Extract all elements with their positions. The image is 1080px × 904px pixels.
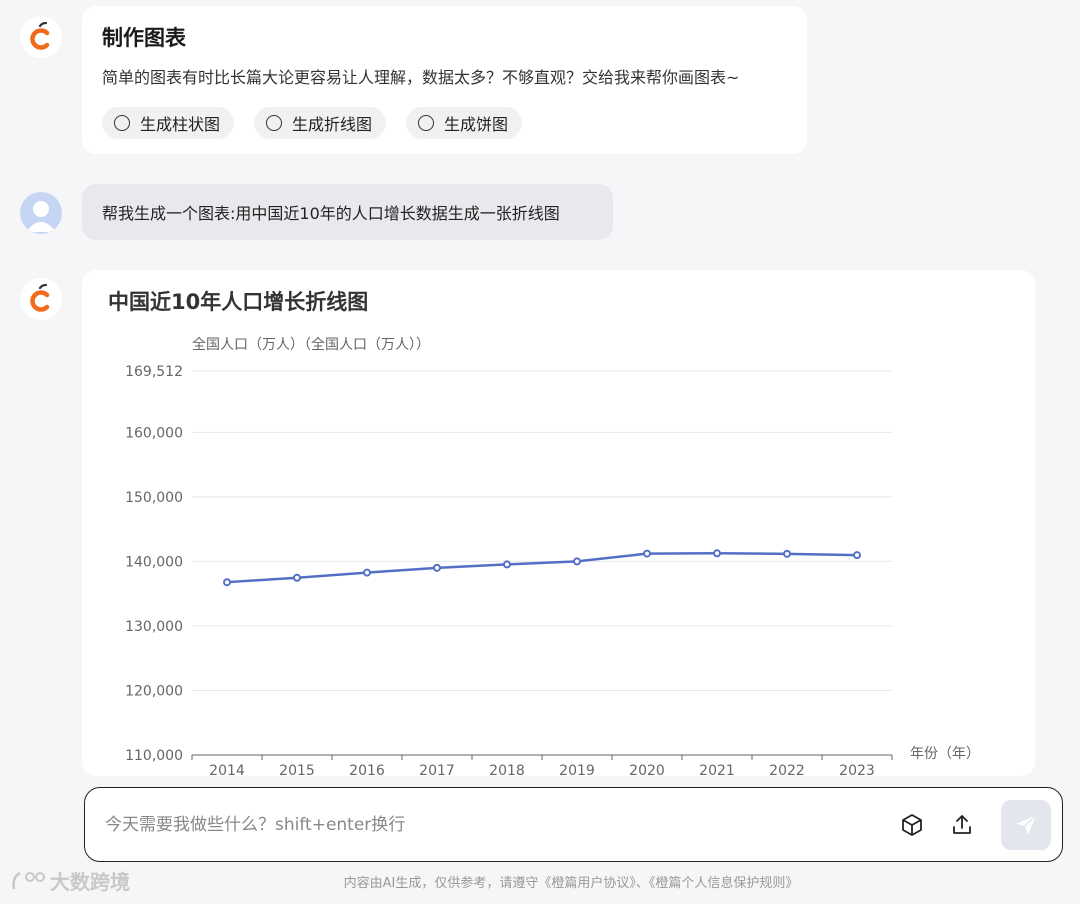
- chart-card: 中国近10年人口增长折线图 全国人口（万人）（全国人口（万人）） 169,512 1…: [82, 270, 1035, 776]
- data-point: [503, 560, 511, 569]
- x-tick-label: 2016: [349, 763, 385, 776]
- radio-icon: [418, 115, 434, 131]
- data-point: [783, 549, 791, 558]
- orange-logo-icon: [30, 284, 50, 312]
- x-tick-label: 2022: [769, 763, 805, 776]
- card-title: 制作图表: [102, 26, 186, 50]
- y-tick-label: 110,000: [125, 748, 183, 764]
- upload-icon: [953, 815, 971, 834]
- footer-disclaimer: 内容由AI生成，仅供参考，请遵守《橙篇用户协议》、《橙篇个人信息保护规则》: [343, 876, 799, 891]
- x-tick-label: 2020: [629, 763, 665, 776]
- y-tick-label: 130,000: [125, 619, 183, 635]
- cube-icon: [902, 814, 922, 836]
- data-point: [713, 549, 721, 558]
- user-message: 帮我生成一个图表:用中国近10年的人口增长数据生成一张折线图: [82, 184, 613, 240]
- data-point: [223, 578, 231, 587]
- user-avatar-icon: [26, 201, 56, 232]
- y-tick-label: 169,512: [125, 364, 183, 380]
- option-label: 生成饼图: [444, 115, 509, 134]
- series-line: [226, 552, 858, 584]
- card-description: 简单的图表有时比长篇大论更容易让人理解，数据太多？不够直观？交给我来帮你画图表~: [102, 68, 740, 87]
- x-tick-label: 2021: [699, 763, 735, 776]
- data-point: [643, 549, 651, 558]
- upload-button[interactable]: [947, 810, 977, 840]
- x-tick-label: 2017: [419, 763, 455, 776]
- line-chart: 全国人口（万人）（全国人口（万人）） 169,512 160,000 150,000 1…: [125, 336, 980, 776]
- bot-avatar: [20, 16, 62, 58]
- radio-icon: [266, 115, 282, 131]
- chat-input[interactable]: [105, 810, 865, 840]
- data-point: [433, 563, 441, 572]
- radio-icon: [114, 115, 130, 131]
- orange-logo-icon: [30, 22, 50, 50]
- x-tick-label: 2015: [279, 763, 315, 776]
- data-point: [853, 551, 861, 560]
- send-icon: [1016, 814, 1037, 835]
- data-point: [573, 557, 581, 566]
- bot-avatar: [20, 278, 62, 320]
- option-label: 生成折线图: [292, 115, 373, 134]
- option-label: 生成柱状图: [140, 115, 221, 134]
- y-tick-label: 160,000: [125, 425, 183, 441]
- generate-line-chart-option[interactable]: 生成折线图: [254, 107, 387, 139]
- user-avatar: [20, 192, 62, 234]
- x-tick-label: 2023: [839, 763, 875, 776]
- y-axis-label: 全国人口（万人）（全国人口（万人））: [192, 336, 430, 353]
- generate-bar-chart-option[interactable]: 生成柱状图: [102, 107, 235, 139]
- cube-button[interactable]: [897, 810, 927, 840]
- generate-pie-chart-option[interactable]: 生成饼图: [406, 107, 523, 139]
- y-tick-label: 150,000: [125, 490, 183, 506]
- x-tick-label: 2019: [559, 763, 595, 776]
- y-tick-label: 120,000: [125, 683, 183, 699]
- x-tick-label: 2014: [209, 763, 245, 776]
- x-axis-label: 年份（年）: [910, 746, 980, 762]
- data-point: [363, 568, 371, 577]
- send-button[interactable]: [1001, 800, 1051, 850]
- data-point: [293, 573, 301, 582]
- y-tick-label: 140,000: [125, 554, 183, 570]
- chat-input-box: [84, 787, 1063, 862]
- chart-intro-card: 制作图表 简单的图表有时比长篇大论更容易让人理解，数据太多？不够直观？交给我来帮…: [82, 6, 807, 154]
- x-tick-label: 2018: [489, 763, 525, 776]
